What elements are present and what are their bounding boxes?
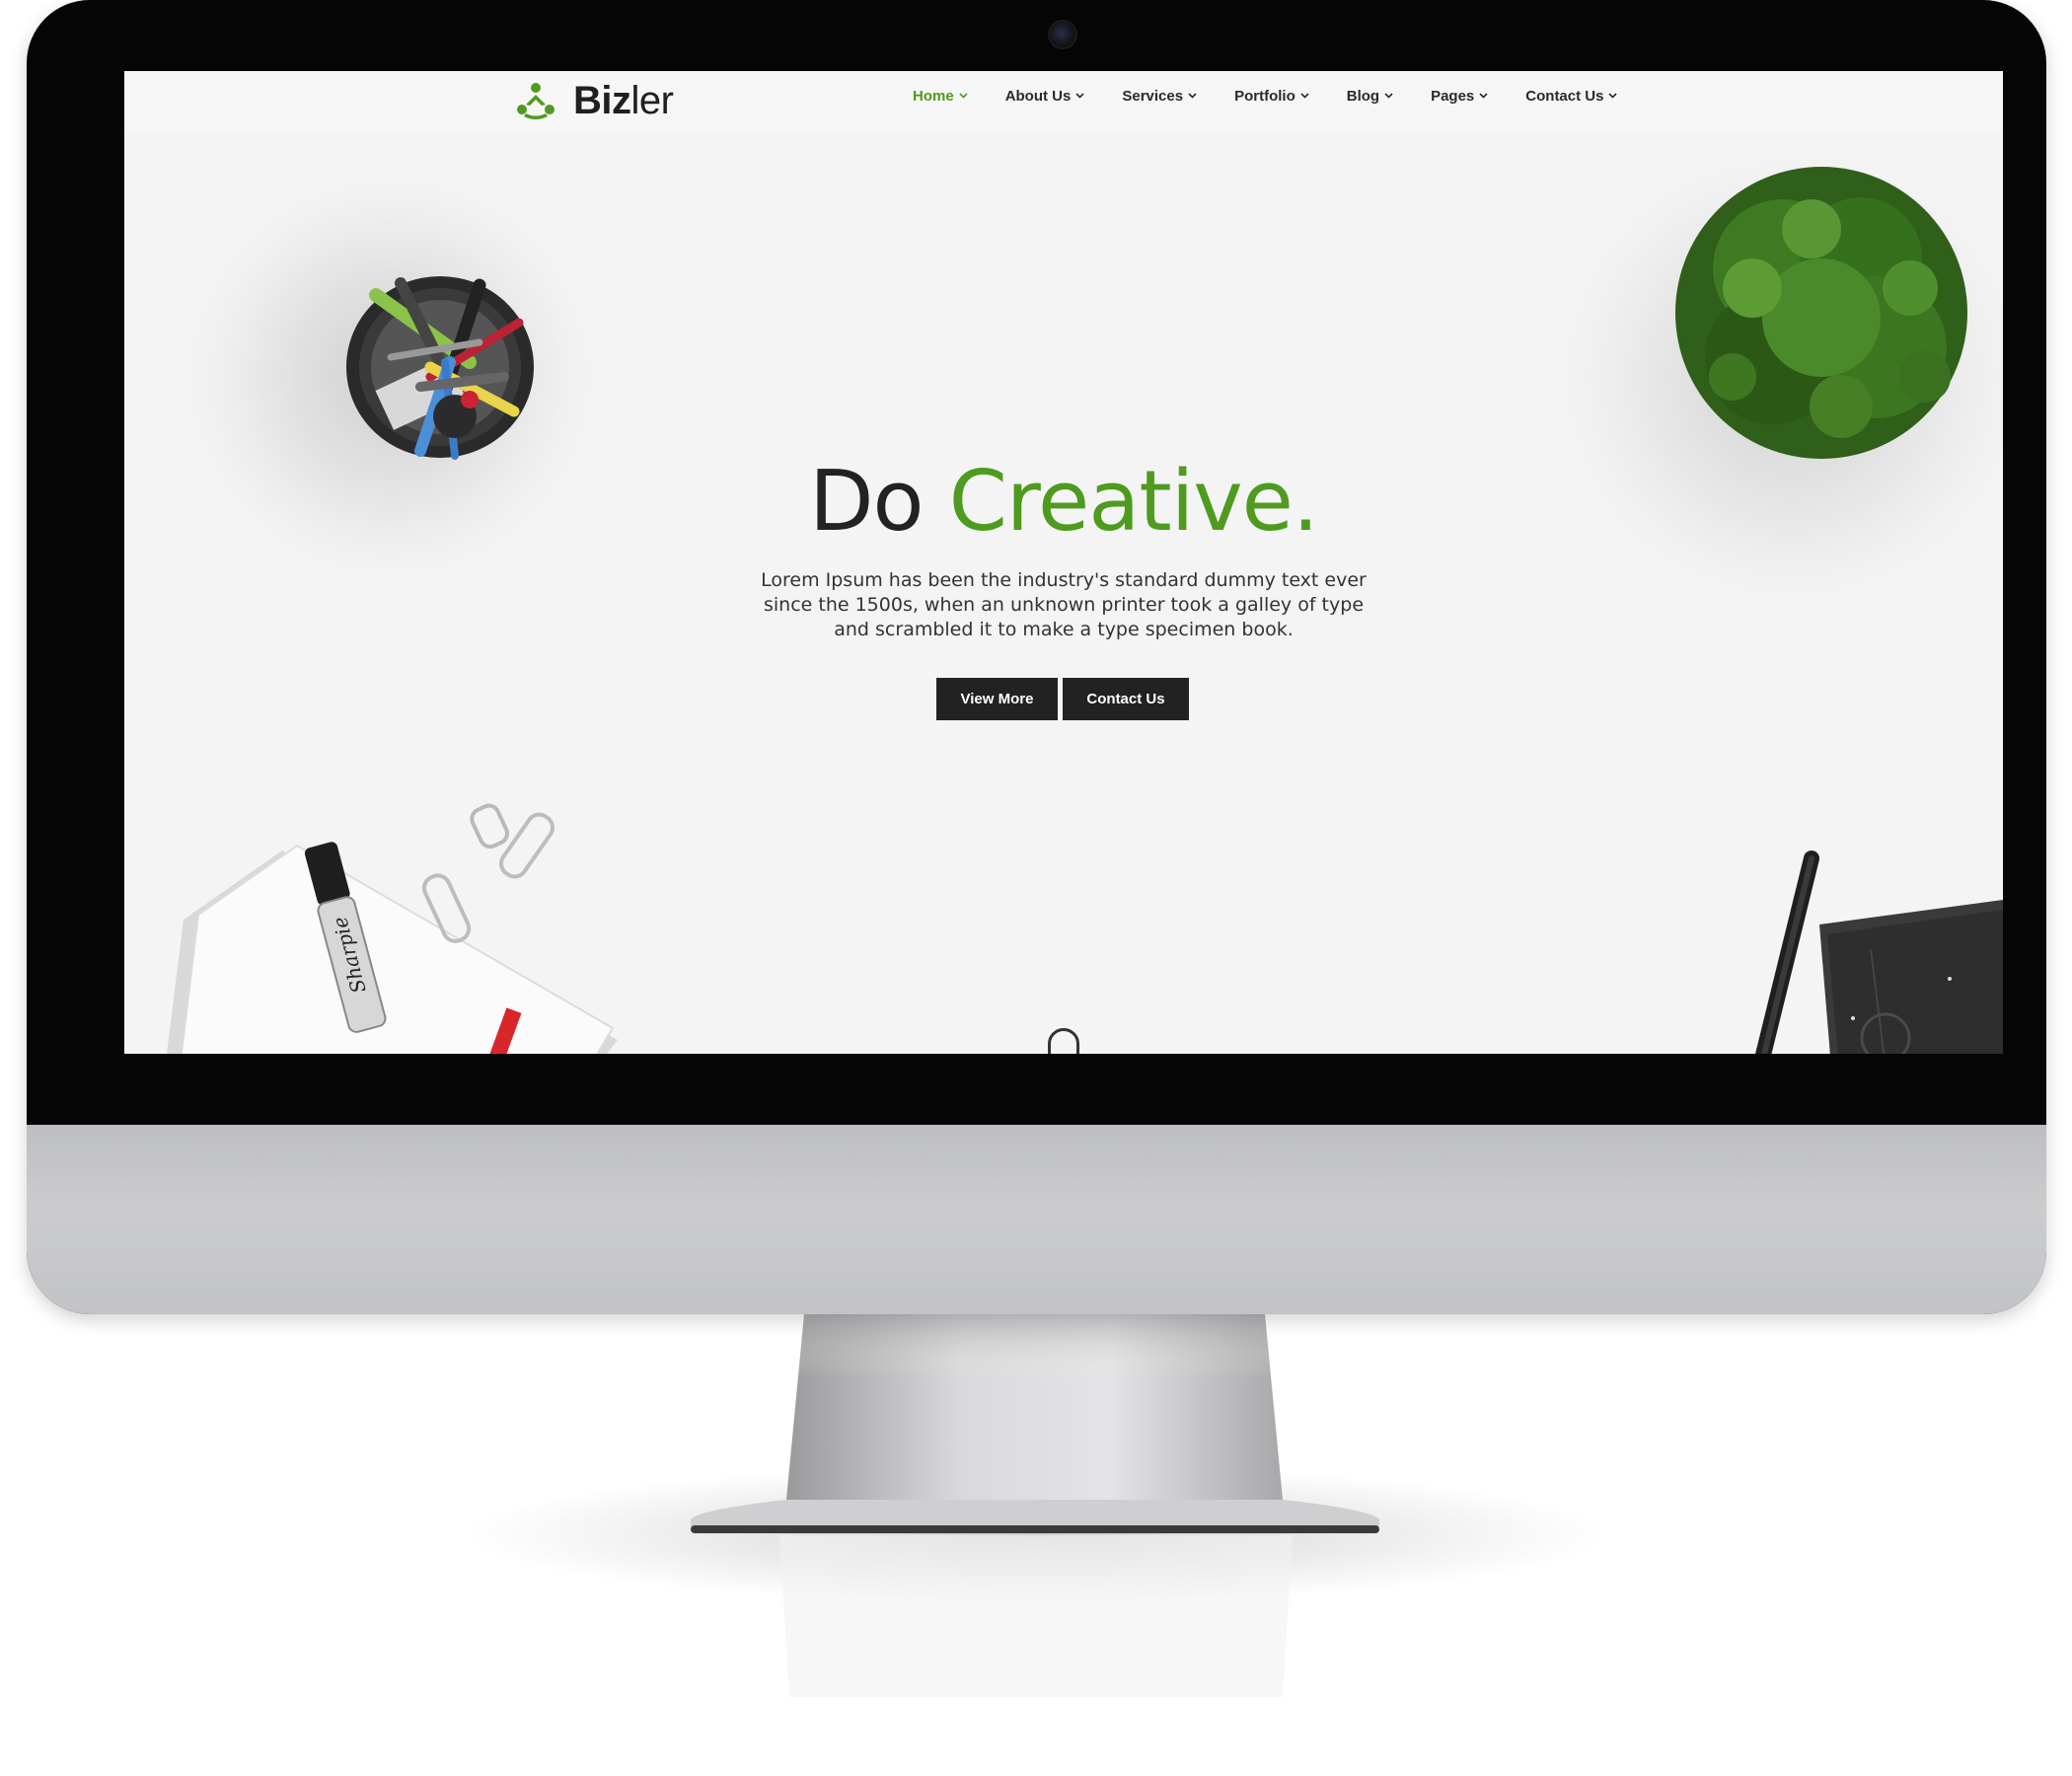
monitor-stand	[464, 1314, 1608, 1697]
